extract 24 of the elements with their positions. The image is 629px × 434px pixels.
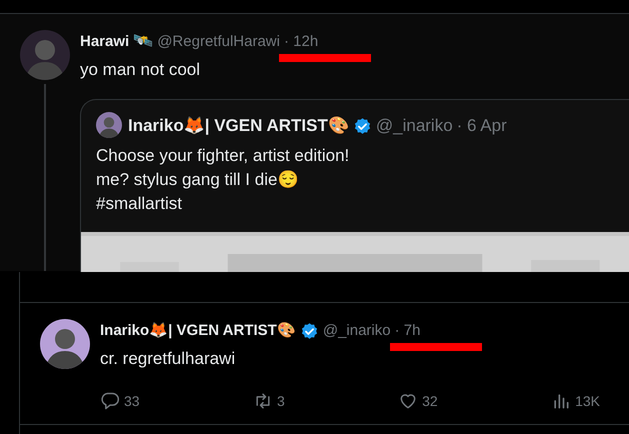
avatar[interactable] xyxy=(40,319,90,369)
like-button[interactable]: 32 xyxy=(398,391,438,411)
author-handle[interactable]: @_inariko xyxy=(376,116,453,136)
post-text-line: me? stylus gang till I die😌 xyxy=(96,169,300,191)
post-text-line: Choose your fighter, artist edition! xyxy=(96,145,350,167)
author-name[interactable]: Harawi xyxy=(80,32,130,52)
post-time[interactable]: · 12h xyxy=(284,32,318,52)
views-button[interactable]: 13K xyxy=(551,391,600,411)
author-name[interactable]: Inariko🦊| VGEN ARTIST🎨 xyxy=(100,321,296,341)
post-time[interactable]: · 7h xyxy=(394,321,420,341)
avatar[interactable] xyxy=(96,112,122,138)
author-handle[interactable]: @_inariko xyxy=(322,321,391,341)
reply-button[interactable]: 33 xyxy=(100,391,140,411)
heart-icon xyxy=(398,391,418,411)
post-time[interactable]: · 6 Apr xyxy=(456,116,507,136)
author-name[interactable]: Inariko🦊| VGEN ARTIST🎨 xyxy=(128,116,349,136)
post-text: cr. regretfulharawi xyxy=(100,348,236,370)
repost-button[interactable]: 3 xyxy=(252,391,285,411)
quoted-post[interactable]: Inariko🦊| VGEN ARTIST🎨 @_inariko · 6 Apr Choose your fighter, artist edition! me? stylus gang till I die😌 #smallartist xyxy=(80,99,629,272)
reply-icon xyxy=(100,391,120,411)
post-text-line: #smallartist xyxy=(96,193,183,215)
author-handle[interactable]: @RegretfulHarawi xyxy=(157,32,280,52)
author-emoji: 🛰 xyxy=(133,32,154,52)
post-text: yo man not cool xyxy=(80,59,202,81)
